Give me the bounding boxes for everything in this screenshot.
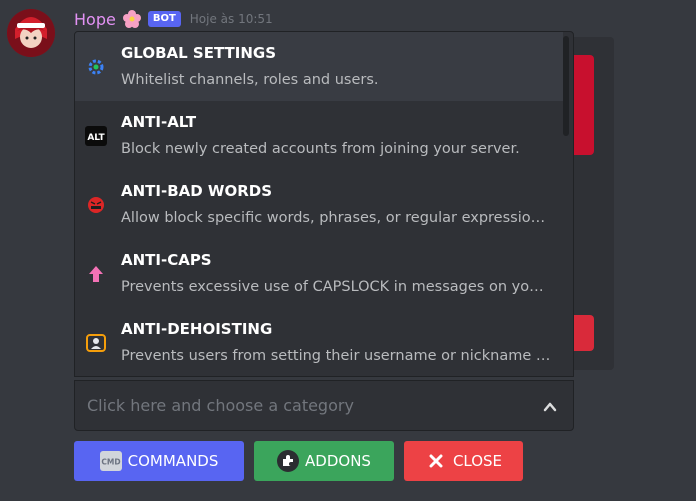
addons-button[interactable]: ADDONS <box>254 441 394 481</box>
option-description: Prevents excessive use of CAPSLOCK in me… <box>121 279 544 295</box>
user-badge-icon <box>85 332 107 354</box>
username[interactable]: Hope <box>74 10 116 29</box>
option-description: Allow block specific words, phrases, or … <box>121 210 546 226</box>
addons-button-label: ADDONS <box>305 452 371 470</box>
select-menu-options: GLOBAL SETTINGS Whitelist channels, role… <box>74 31 574 377</box>
chevron-up-icon <box>543 399 557 413</box>
avatar[interactable] <box>7 9 55 57</box>
puzzle-icon <box>277 450 300 472</box>
option-description: Whitelist channels, roles and users. <box>121 72 379 88</box>
commands-button-label: COMMANDS <box>127 452 219 470</box>
message-header: Hope BOT Hoje às 10:51 <box>74 8 273 30</box>
option-label: ANTI-BAD WORDS <box>121 182 273 200</box>
angry-face-icon <box>85 194 107 216</box>
close-icon <box>425 450 447 472</box>
option-anti-bad-words[interactable]: ANTI-BAD WORDS Allow block specific word… <box>75 170 563 239</box>
option-global-settings[interactable]: GLOBAL SETTINGS Whitelist channels, role… <box>75 32 563 101</box>
select-placeholder: Click here and choose a category <box>87 396 354 415</box>
option-label: ANTI-DEHOISTING <box>121 320 273 338</box>
category-select[interactable]: Click here and choose a category <box>74 380 574 431</box>
option-description: Prevents users from setting their userna… <box>121 348 551 364</box>
bot-badge: BOT <box>147 11 181 27</box>
option-anti-dehoisting[interactable]: ANTI-DEHOISTING Prevents users from sett… <box>75 308 563 376</box>
gear-icon <box>85 56 107 78</box>
close-button[interactable]: CLOSE <box>404 441 523 481</box>
option-anti-alt[interactable]: ALT ANTI-ALT Block newly created account… <box>75 101 563 170</box>
option-description: Block newly created accounts from joinin… <box>121 141 520 157</box>
svg-text:CMD: CMD <box>101 458 120 467</box>
option-label: ANTI-CAPS <box>121 251 212 269</box>
menu-scrollbar[interactable] <box>563 36 569 136</box>
option-anti-caps[interactable]: ANTI-CAPS Prevents excessive use of CAPS… <box>75 239 563 308</box>
arrow-up-icon <box>85 263 107 285</box>
action-buttons: CMD COMMANDS ADDONS CLOSE <box>74 441 533 481</box>
timestamp: Hoje às 10:51 <box>189 12 273 26</box>
alt-icon: ALT <box>85 125 107 147</box>
flower-icon <box>122 9 142 29</box>
option-label: ANTI-ALT <box>121 113 197 131</box>
cmd-icon: CMD <box>99 450 122 472</box>
close-button-label: CLOSE <box>452 452 503 470</box>
svg-text:ALT: ALT <box>87 133 105 143</box>
commands-button[interactable]: CMD COMMANDS <box>74 441 244 481</box>
option-label: GLOBAL SETTINGS <box>121 44 277 62</box>
